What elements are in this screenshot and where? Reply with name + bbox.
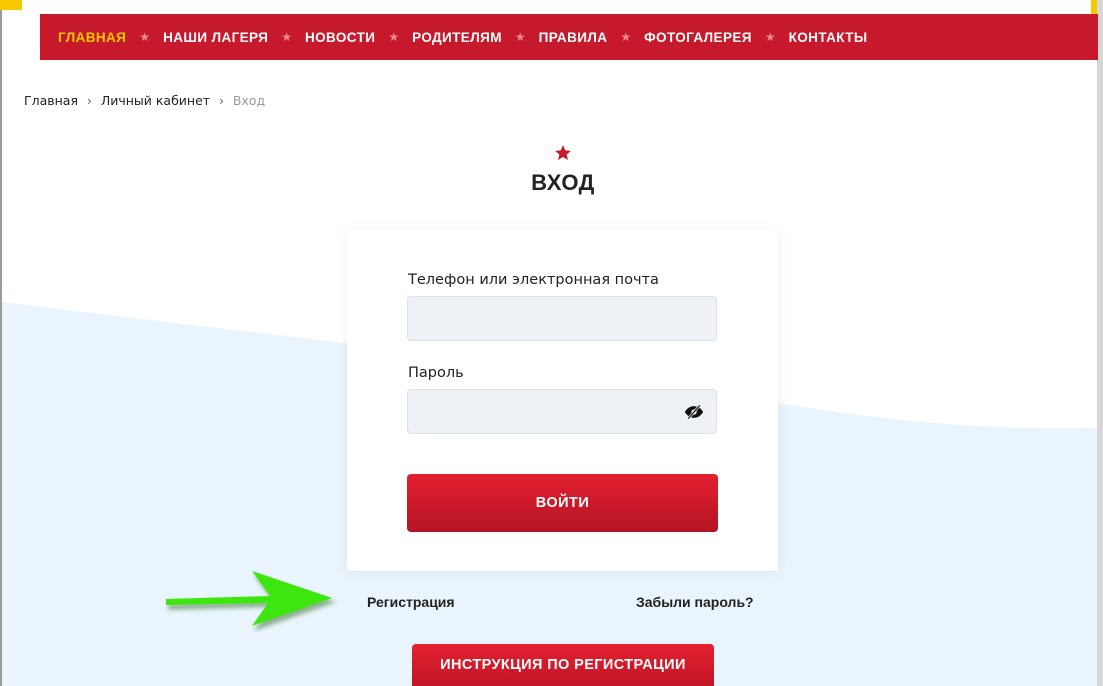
chevron-right-icon: › bbox=[219, 93, 224, 108]
login-label: Телефон или электронная почта bbox=[408, 272, 659, 288]
nav-item-news[interactable]: НОВОСТИ bbox=[305, 30, 375, 45]
window-scrollbar[interactable] bbox=[1097, 0, 1103, 686]
nav-item-contacts[interactable]: КОНТАКТЫ bbox=[789, 30, 868, 45]
nav-item-parents[interactable]: РОДИТЕЛЯМ bbox=[412, 30, 502, 45]
password-input[interactable] bbox=[407, 389, 717, 434]
star-icon: ★ bbox=[281, 30, 292, 44]
chevron-right-icon: › bbox=[87, 93, 92, 108]
eye-slash-icon[interactable] bbox=[684, 403, 704, 421]
breadcrumb-cabinet[interactable]: Личный кабинет bbox=[101, 93, 210, 108]
breadcrumb-current: Вход bbox=[232, 93, 266, 108]
main-navigation: ГЛАВНАЯ ★ НАШИ ЛАГЕРЯ ★ НОВОСТИ ★ РОДИТЕ… bbox=[40, 14, 1098, 60]
forgot-password-link[interactable]: Забыли пароль? bbox=[636, 594, 754, 610]
star-icon: ★ bbox=[764, 30, 776, 44]
star-icon bbox=[555, 145, 571, 160]
registration-instructions-button[interactable]: ИНСТРУКЦИЯ ПО РЕГИСТРАЦИИ bbox=[412, 644, 714, 686]
green-arrow-icon bbox=[166, 571, 336, 631]
nav-item-rules[interactable]: ПРАВИЛА bbox=[539, 30, 608, 45]
page-title: ВХОД bbox=[531, 170, 595, 195]
login-button[interactable]: ВОЙТИ bbox=[407, 474, 718, 532]
register-link[interactable]: Регистрация bbox=[367, 594, 455, 610]
star-icon: ★ bbox=[620, 30, 632, 44]
star-icon: ★ bbox=[139, 30, 151, 44]
nav-item-home[interactable]: ГЛАВНАЯ bbox=[58, 30, 126, 45]
star-icon: ★ bbox=[388, 30, 400, 44]
login-input[interactable] bbox=[407, 296, 717, 341]
corner-accent bbox=[0, 0, 22, 10]
nav-item-camps[interactable]: НАШИ ЛАГЕРЯ bbox=[163, 30, 268, 45]
breadcrumb-home[interactable]: Главная bbox=[24, 93, 78, 108]
login-form: Телефон или электронная почта Пароль ВОЙ… bbox=[347, 229, 778, 571]
breadcrumb: Главная › Личный кабинет › Вход bbox=[24, 93, 265, 108]
nav-item-gallery[interactable]: ФОТОГАЛЕРЕЯ bbox=[644, 30, 752, 45]
star-icon: ★ bbox=[514, 30, 526, 44]
password-label: Пароль bbox=[408, 365, 464, 381]
